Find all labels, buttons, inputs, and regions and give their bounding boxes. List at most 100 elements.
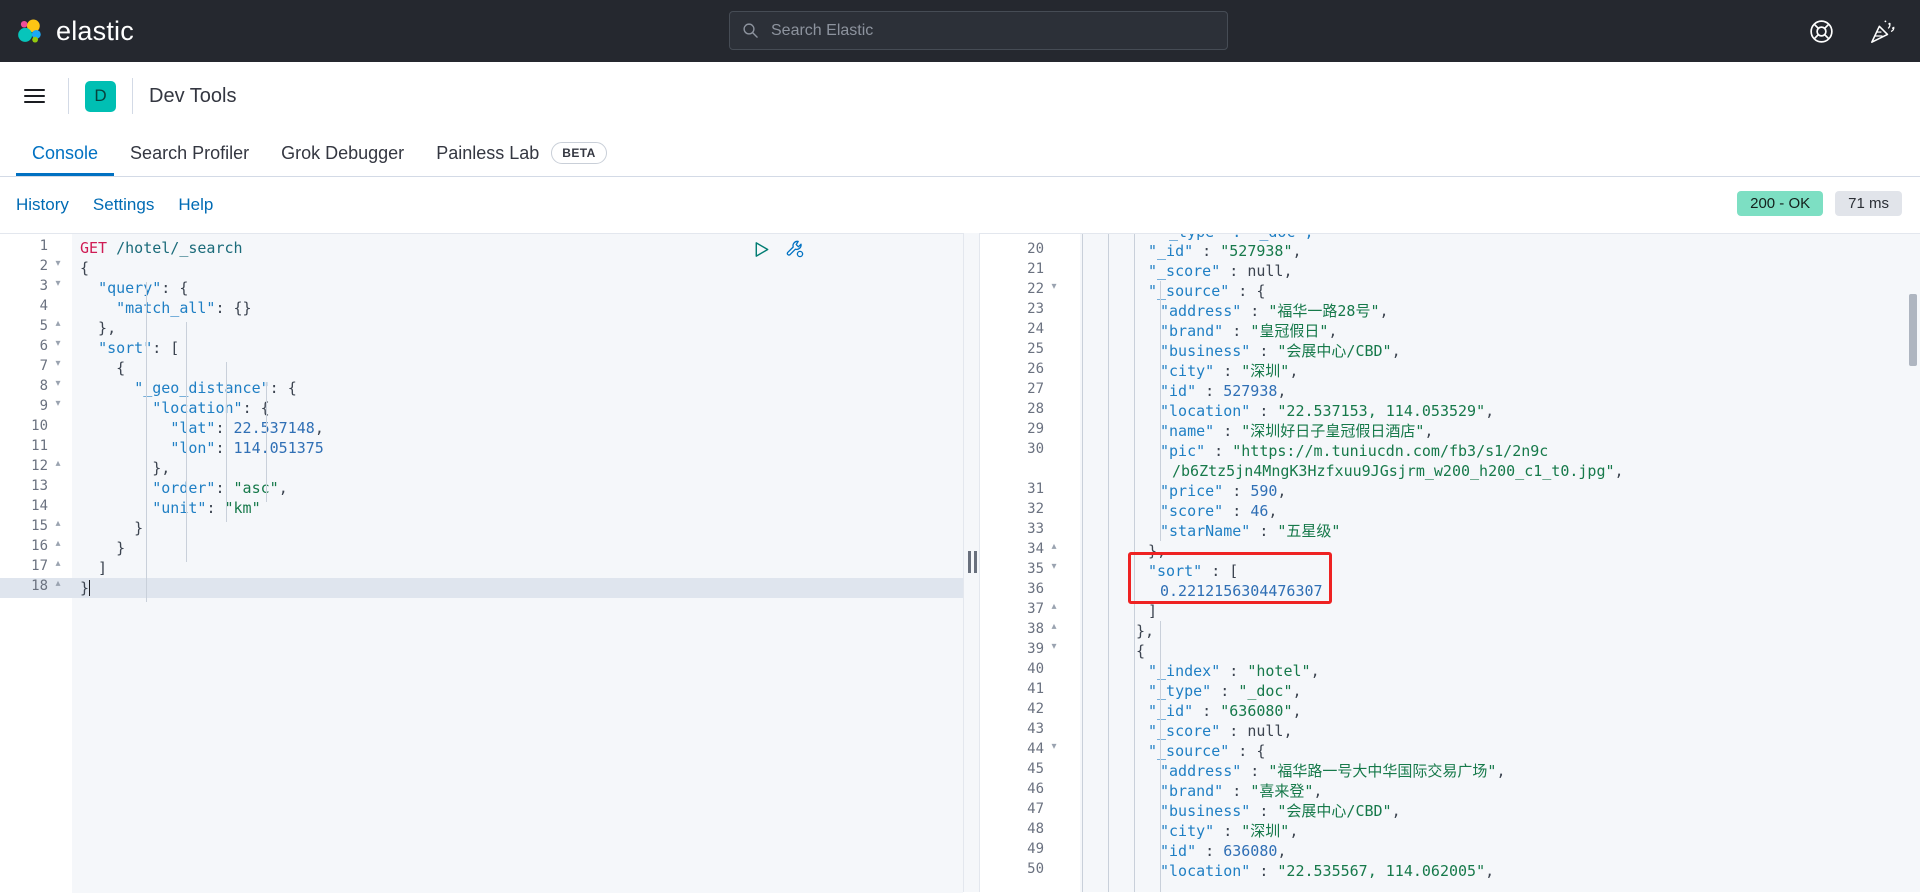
tab-grok-debugger[interactable]: Grok Debugger	[265, 130, 420, 176]
code-line[interactable]: "brand" : "皇冠假日",	[1080, 321, 1920, 341]
code-line[interactable]: "_source" : {	[1080, 741, 1920, 761]
line-number: 41	[1027, 681, 1044, 697]
elastic-brand[interactable]: elastic	[14, 16, 134, 47]
code-line[interactable]: "sort": [	[72, 338, 963, 358]
code-line[interactable]: "_id" : "527938",	[1080, 241, 1920, 261]
code-token: },	[80, 459, 171, 477]
fold-toggle-icon[interactable]: ▾	[52, 278, 64, 289]
fold-toggle-icon[interactable]: ▾	[1048, 641, 1060, 652]
code-line[interactable]: "business" : "会展中心/CBD",	[1080, 801, 1920, 821]
tab-console[interactable]: Console	[16, 130, 115, 176]
send-request-play-icon[interactable]	[752, 240, 771, 259]
fold-toggle-icon[interactable]: ▴	[1048, 601, 1060, 612]
response-scrollbar[interactable]	[1906, 234, 1920, 892]
code-line[interactable]: "name" : "深圳好日子皇冠假日酒店",	[1080, 421, 1920, 441]
console-panes: 1 2 ▾ 3 ▾ 4 5 ▴ 6 ▾ 7 ▾ 8 ▾ 9 ▾ 10 11 12 ▴ 13 14 15 ▴ 16 ▴ 17 ▴ 18 ▴ …	[0, 233, 1920, 893]
space-avatar[interactable]: D	[85, 80, 116, 112]
code-line[interactable]: "business" : "会展中心/CBD",	[1080, 341, 1920, 361]
code-line[interactable]: "_type" : "_doc",	[1080, 681, 1920, 701]
fold-toggle-icon[interactable]: ▾	[52, 378, 64, 389]
code-line[interactable]: "unit": "km"	[72, 498, 963, 518]
fold-toggle-icon[interactable]: ▴	[52, 458, 64, 469]
code-line[interactable]: "_score" : null,	[1080, 261, 1920, 281]
code-token: ,	[1277, 842, 1287, 860]
code-line[interactable]: "_index" : "hotel",	[1080, 661, 1920, 681]
code-line[interactable]: }	[72, 518, 963, 538]
fold-toggle-icon[interactable]: ▾	[1048, 561, 1060, 572]
code-line[interactable]: "match_all": {}	[72, 298, 963, 318]
code-line[interactable]: 0.2212156304476307	[1080, 581, 1920, 601]
global-search-bar[interactable]: Search Elastic	[729, 11, 1228, 50]
fold-toggle-icon[interactable]: ▴	[52, 518, 64, 529]
code-line[interactable]: "address" : "福华一路28号",	[1080, 301, 1920, 321]
splitter-grip-icon[interactable]	[968, 551, 977, 573]
code-line[interactable]: "location" : "22.535567, 114.062005",	[1080, 861, 1920, 881]
code-line[interactable]: "address" : "福华路一号大中华国际交易广场",	[1080, 761, 1920, 781]
code-line[interactable]: "brand" : "喜来登",	[1080, 781, 1920, 801]
fold-toggle-icon[interactable]: ▴	[52, 578, 64, 589]
fold-toggle-icon[interactable]: ▾	[1048, 741, 1060, 752]
code-line[interactable]: "lat": 22.537148,	[72, 418, 963, 438]
code-line[interactable]: "location": {	[72, 398, 963, 418]
code-line[interactable]: {	[72, 358, 963, 378]
code-line[interactable]: "_score" : null,	[1080, 721, 1920, 741]
response-scrollbar-thumb[interactable]	[1909, 294, 1917, 366]
fold-toggle-icon[interactable]: ▴	[52, 318, 64, 329]
code-line[interactable]: "price" : 590,	[1080, 481, 1920, 501]
subbar-link-help[interactable]: Help	[178, 195, 213, 215]
code-line[interactable]: /b6Ztz5jn4MngK3Hzfxuu9JGsjrm_w200_h200_c…	[1080, 461, 1920, 481]
code-line[interactable]: ]	[1080, 601, 1920, 621]
code-line[interactable]: "query": {	[72, 278, 963, 298]
code-line[interactable]: "city" : "深圳",	[1080, 361, 1920, 381]
fold-toggle-icon[interactable]: ▴	[1048, 621, 1060, 632]
request-editor-pane[interactable]: 1 2 ▾ 3 ▾ 4 5 ▴ 6 ▾ 7 ▾ 8 ▾ 9 ▾ 10 11 12 ▴ 13 14 15 ▴ 16 ▴ 17 ▴ 18 ▴ …	[0, 233, 963, 893]
fold-toggle-icon[interactable]: ▾	[52, 358, 64, 369]
code-line[interactable]: },	[72, 458, 963, 478]
code-line[interactable]: },	[1080, 541, 1920, 561]
code-line[interactable]: "location" : "22.537153, 114.053529",	[1080, 401, 1920, 421]
code-line[interactable]: ]	[72, 558, 963, 578]
fold-toggle-icon[interactable]: ▴	[52, 558, 64, 569]
fold-toggle-icon[interactable]: ▴	[1048, 541, 1060, 552]
fold-toggle-icon[interactable]: ▴	[52, 538, 64, 549]
code-line[interactable]: "id" : 527938,	[1080, 381, 1920, 401]
request-code-area[interactable]: GET /hotel/_search{ "query": { "match_al…	[72, 234, 963, 893]
response-viewer-pane[interactable]: 20 21 22 ▾ 23 24 25 26 27 28 29 30 31 32 33 34 ▴ 35 ▾ 36 37 ▴…	[980, 233, 1920, 892]
pane-splitter[interactable]	[963, 233, 980, 892]
code-line[interactable]: "city" : "深圳",	[1080, 821, 1920, 841]
code-line[interactable]: "_id" : "636080",	[1080, 701, 1920, 721]
code-line[interactable]: GET /hotel/_search	[72, 238, 963, 258]
help-lifebuoy-icon[interactable]	[1808, 18, 1835, 45]
code-line[interactable]: "score" : 46,	[1080, 501, 1920, 521]
line-number: 2	[39, 258, 48, 274]
code-line[interactable]: "starName" : "五星级"	[1080, 521, 1920, 541]
tab-painless-lab[interactable]: Painless Lab BETA	[420, 130, 622, 176]
fold-toggle-icon[interactable]: ▾	[52, 398, 64, 409]
code-line[interactable]: "sort" : [	[1080, 561, 1920, 581]
news-confetti-icon[interactable]	[1869, 18, 1896, 45]
code-line[interactable]: "id" : 636080,	[1080, 841, 1920, 861]
fold-toggle-icon[interactable]: ▾	[52, 338, 64, 349]
hamburger-menu-icon[interactable]	[16, 78, 52, 114]
code-line[interactable]: "pic" : "https://m.tuniucdn.com/fb3/s1/2…	[1080, 441, 1920, 461]
fold-toggle-icon[interactable]: ▾	[1048, 281, 1060, 292]
line-number: 10	[31, 418, 48, 434]
subbar-link-settings[interactable]: Settings	[93, 195, 154, 215]
code-line[interactable]: "_geo_distance": {	[72, 378, 963, 398]
subbar-link-history[interactable]: History	[16, 195, 69, 215]
code-line[interactable]: }	[72, 578, 963, 598]
search-input-placeholder[interactable]: Search Elastic	[771, 22, 873, 40]
response-code-area[interactable]: "_type" : "_doc","_id" : "527938","_scor…	[1080, 234, 1920, 892]
code-line[interactable]: },	[72, 318, 963, 338]
code-line[interactable]: "order": "asc",	[72, 478, 963, 498]
tab-search-profiler[interactable]: Search Profiler	[114, 130, 265, 176]
fold-toggle-icon[interactable]: ▾	[52, 258, 64, 269]
code-line[interactable]: "_source" : {	[1080, 281, 1920, 301]
code-line[interactable]: },	[1080, 621, 1920, 641]
wrench-menu-icon[interactable]	[785, 239, 805, 259]
code-line[interactable]: {	[1080, 641, 1920, 661]
code-line[interactable]: {	[72, 258, 963, 278]
code-line[interactable]: "lon": 114.051375	[72, 438, 963, 458]
code-line[interactable]: }	[72, 538, 963, 558]
